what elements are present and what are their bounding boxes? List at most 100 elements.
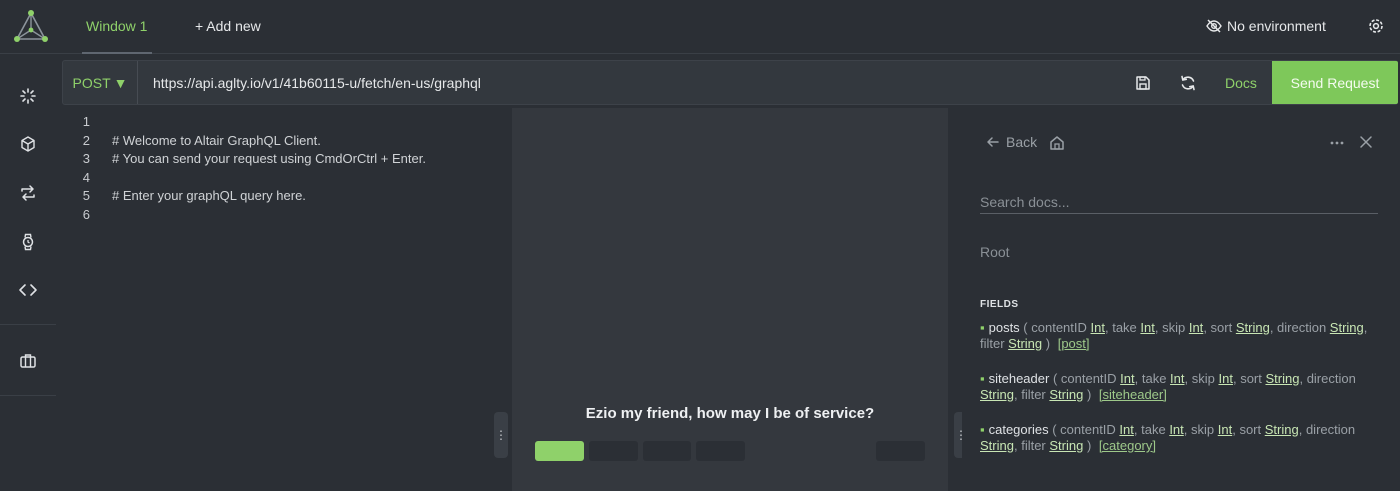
arg-name: sort [1240, 371, 1266, 386]
docs-panel: Back Root FIELDS ▪posts ( contentID Int,… [962, 108, 1398, 491]
briefcase-icon[interactable] [18, 351, 38, 371]
editor-line: 6 [56, 207, 496, 225]
more-horizontal-icon[interactable] [1328, 134, 1346, 152]
loading-bar [589, 441, 638, 461]
arg-type-link[interactable]: Int [1169, 422, 1183, 437]
editor-line: 3 # You can send your request using CmdO… [56, 151, 496, 169]
cube-icon[interactable] [18, 134, 38, 154]
arg-name: skip [1191, 422, 1218, 437]
arg-name: take [1141, 422, 1170, 437]
eye-off-icon [1206, 19, 1222, 33]
back-button[interactable]: Back [986, 134, 1037, 150]
code-text: # You can send your request using CmdOrC… [112, 151, 426, 166]
tab-window-1[interactable]: Window 1 [82, 0, 152, 54]
root-type-label: Root [980, 244, 1010, 260]
loading-bar [696, 441, 745, 461]
docs-button[interactable]: Docs [1225, 75, 1257, 91]
editor-line: 5 # Enter your graphQL query here. [56, 188, 496, 206]
arg-type-link[interactable]: Int [1091, 320, 1105, 335]
drag-dots-icon: ⋮ [495, 428, 507, 442]
arg-name: direction [1305, 422, 1356, 437]
add-new-window-button[interactable]: + Add new [195, 18, 261, 34]
caret-down-icon: ▼ [113, 74, 128, 91]
environment-selector[interactable]: No environment [1205, 16, 1326, 36]
arg-name: filter [980, 336, 1009, 351]
line-number: 1 [82, 114, 90, 129]
arg-type-link[interactable]: Int [1119, 422, 1133, 437]
sidebar-divider [0, 324, 56, 325]
back-label: Back [1006, 134, 1038, 150]
editor-line: 4 [56, 170, 496, 188]
arrow-left-icon [987, 137, 999, 147]
code-text: # Enter your graphQL query here. [112, 188, 306, 203]
arg-type-link[interactable]: String [1265, 371, 1299, 386]
code-icon[interactable] [18, 280, 38, 300]
loading-bar [535, 441, 584, 461]
arg-type-link[interactable]: String [1265, 422, 1299, 437]
result-panel: Ezio my friend, how may I be of service? [512, 108, 948, 491]
doc-field[interactable]: ▪ posts ( contentID Int, take Int, skip I… [980, 320, 1380, 352]
send-request-button[interactable]: Send Request [1272, 61, 1398, 104]
arg-type-link[interactable]: String [1330, 320, 1364, 335]
arg-type-link[interactable]: Int [1140, 320, 1154, 335]
arg-type-link[interactable]: String [980, 387, 1014, 402]
editor-line: 2 # Welcome to Altair GraphQL Client. [56, 133, 496, 151]
editor-resize-handle[interactable]: ⋮ [494, 412, 508, 458]
url-input[interactable] [153, 61, 1113, 104]
return-type-link[interactable]: [category] [1099, 438, 1156, 453]
close-icon[interactable] [1358, 134, 1374, 150]
gear-icon[interactable] [1366, 16, 1386, 36]
field-name[interactable]: posts [989, 320, 1020, 335]
arg-type-link[interactable]: Int [1189, 320, 1203, 335]
method-select[interactable]: POST ▼ [63, 61, 138, 104]
doc-field[interactable]: ▪ categories ( contentID Int, take Int, s… [980, 422, 1380, 454]
altair-logo-icon [14, 10, 48, 42]
tab-underline [82, 52, 152, 54]
watch-icon[interactable] [18, 232, 38, 252]
save-icon[interactable] [1133, 73, 1153, 93]
arg-name: direction [1306, 371, 1356, 386]
fields-section-title: FIELDS [980, 299, 1019, 310]
sidebar-divider [0, 395, 56, 396]
loading-bar [876, 441, 925, 461]
arg-type-link[interactable]: Int [1218, 422, 1232, 437]
loading-bar [643, 441, 691, 461]
arg-name: take [1141, 371, 1171, 386]
swap-icon[interactable] [18, 183, 38, 203]
arg-type-link[interactable]: Int [1218, 371, 1232, 386]
line-number: 4 [82, 170, 90, 185]
arg-name: contentID [1031, 320, 1091, 335]
arg-type-link[interactable]: Int [1120, 371, 1134, 386]
arg-name: filter [1021, 387, 1050, 402]
sidebar [0, 54, 56, 491]
field-bullet-icon: ▪ [980, 371, 985, 386]
method-label: POST [72, 74, 111, 91]
search-docs-input[interactable] [980, 190, 1378, 214]
arg-type-link[interactable]: String [980, 438, 1014, 453]
arg-name: contentID [1060, 371, 1121, 386]
refresh-icon[interactable] [1178, 73, 1198, 93]
query-editor[interactable]: 1 2 # Welcome to Altair GraphQL Client. … [56, 112, 496, 491]
result-message: Ezio my friend, how may I be of service? [585, 405, 875, 422]
tab-label: Window 1 [86, 18, 148, 34]
top-bar: Window 1 + Add new No environment [0, 0, 1400, 54]
field-name[interactable]: categories [989, 422, 1049, 437]
arg-type-link[interactable]: String [1049, 438, 1083, 453]
arg-name: filter [1021, 438, 1050, 453]
field-name[interactable]: siteheader [989, 371, 1050, 386]
request-bar: POST ▼ Docs Send Request [62, 60, 1398, 105]
arg-type-link[interactable]: String [1236, 320, 1270, 335]
home-icon[interactable] [1048, 134, 1066, 152]
line-number: 5 [82, 188, 90, 203]
return-type-link[interactable]: [post] [1058, 336, 1090, 351]
arg-name: contentID [1060, 422, 1120, 437]
doc-field[interactable]: ▪ siteheader ( contentID Int, take Int, s… [980, 371, 1380, 403]
editor-line: 1 [56, 114, 496, 132]
arg-type-link[interactable]: Int [1170, 371, 1184, 386]
arg-type-link[interactable]: String [1049, 387, 1083, 402]
environment-label: No environment [1227, 18, 1326, 34]
loader-icon[interactable] [18, 86, 38, 106]
return-type-link[interactable]: [siteheader] [1099, 387, 1167, 402]
arg-name: sort [1210, 320, 1236, 335]
arg-type-link[interactable]: String [1008, 336, 1042, 351]
